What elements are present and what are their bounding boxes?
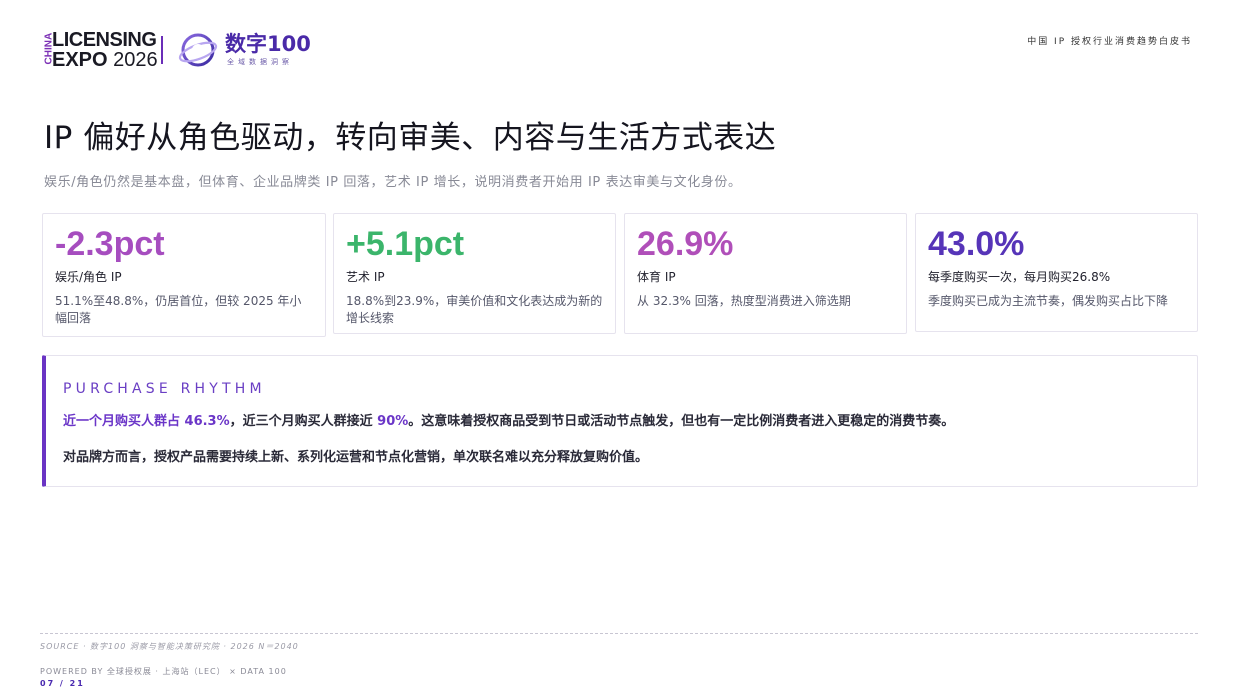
stat-cards: -2.3pct 娱乐/角色 IP 51.1%至48.8%，仍居首位，但较 202… xyxy=(42,213,1198,337)
stat-card-art: +5.1pct 艺术 IP 18.8%到23.9%，审美价值和文化表达成为新的增… xyxy=(333,213,616,334)
panel-title: PURCHASE RHYTHM xyxy=(63,381,266,397)
page-subtitle: 娱乐/角色仍然是基本盘，但体育、企业品牌类 IP 回落，艺术 IP 增长，说明消… xyxy=(44,175,742,190)
stat-value: 43.0% xyxy=(928,225,1025,263)
logo-brand-text: 数字100 xyxy=(225,32,311,56)
logo-expo-line: EXPO 2026 xyxy=(52,50,158,70)
logo-year-text: 2026 xyxy=(113,49,158,71)
stat-value: +5.1pct xyxy=(346,225,465,263)
page-number: 07 / 21 xyxy=(40,679,85,688)
stat-value: 26.9% xyxy=(637,225,734,263)
logo-licensing-text: LICENSING xyxy=(52,29,157,51)
stat-value: -2.3pct xyxy=(55,225,165,263)
panel-text: ，近三个月购买人群接近 xyxy=(229,414,378,429)
panel-paragraph-2: 对品牌方而言，授权产品需要持续上新、系列化运营和节点化营销，单次联名难以充分释放… xyxy=(63,450,649,465)
panel-text: 。这意味着授权商品受到节日或活动节点触发，但也有一定比例消费者进入更稳定的消费节… xyxy=(408,414,955,429)
data100-orbit-icon xyxy=(178,33,218,67)
logo-expo-text: EXPO xyxy=(52,49,108,71)
stat-card-quarterly: 43.0% 每季度购买一次，每月购买26.8% 季度购买已成为主流节奏，偶发购买… xyxy=(915,213,1198,332)
header: CHINA LICENSING EXPO 2026 数字100 全域数据洞察 中… xyxy=(40,28,1200,72)
logo-brand-subtext: 全域数据洞察 xyxy=(227,58,293,66)
stat-description: 18.8%到23.9%，审美价值和文化表达成为新的增长线索 xyxy=(346,294,603,325)
purchase-rhythm-panel: PURCHASE RHYTHM 近一个月购买人群占 46.3%，近三个月购买人群… xyxy=(42,355,1198,487)
page-title: IP 偏好从角色驱动，转向审美、内容与生活方式表达 xyxy=(44,120,777,156)
stat-label: 艺术 IP xyxy=(346,270,385,284)
stat-description: 季度购买已成为主流节奏，偶发购买占比下降 xyxy=(928,294,1169,308)
stat-label: 每季度购买一次，每月购买26.8% xyxy=(928,270,1111,284)
logo-divider xyxy=(161,36,163,64)
licensing-expo-logo: CHINA LICENSING EXPO 2026 xyxy=(40,30,158,70)
stat-card-entertainment: -2.3pct 娱乐/角色 IP 51.1%至48.8%，仍居首位，但较 202… xyxy=(42,213,326,337)
stat-description: 从 32.3% 回落，热度型消费进入筛选期 xyxy=(637,294,851,308)
highlight-recent-month: 近一个月购买人群占 46.3% xyxy=(63,414,230,429)
stat-card-sports: 26.9% 体育 IP 从 32.3% 回落，热度型消费进入筛选期 xyxy=(624,213,907,334)
footer-source: SOURCE · 数字100 洞察与智能决策研究院 · 2026 N＝2040 xyxy=(40,642,299,651)
stat-description: 51.1%至48.8%，仍居首位，但较 2025 年小幅回落 xyxy=(55,294,302,325)
footer-powered-by: POWERED BY 全球授权展 · 上海站（LEC） × DATA 100 xyxy=(40,667,287,676)
document-title: 中国 IP 授权行业消费趋势白皮书 xyxy=(1027,37,1192,47)
footer-divider xyxy=(40,633,1198,634)
stat-label: 体育 IP xyxy=(637,270,676,284)
highlight-three-months: 90% xyxy=(377,414,409,429)
panel-paragraph-1: 近一个月购买人群占 46.3%，近三个月购买人群接近 90%。这意味着授权商品受… xyxy=(63,410,954,429)
stat-label: 娱乐/角色 IP xyxy=(55,270,122,284)
